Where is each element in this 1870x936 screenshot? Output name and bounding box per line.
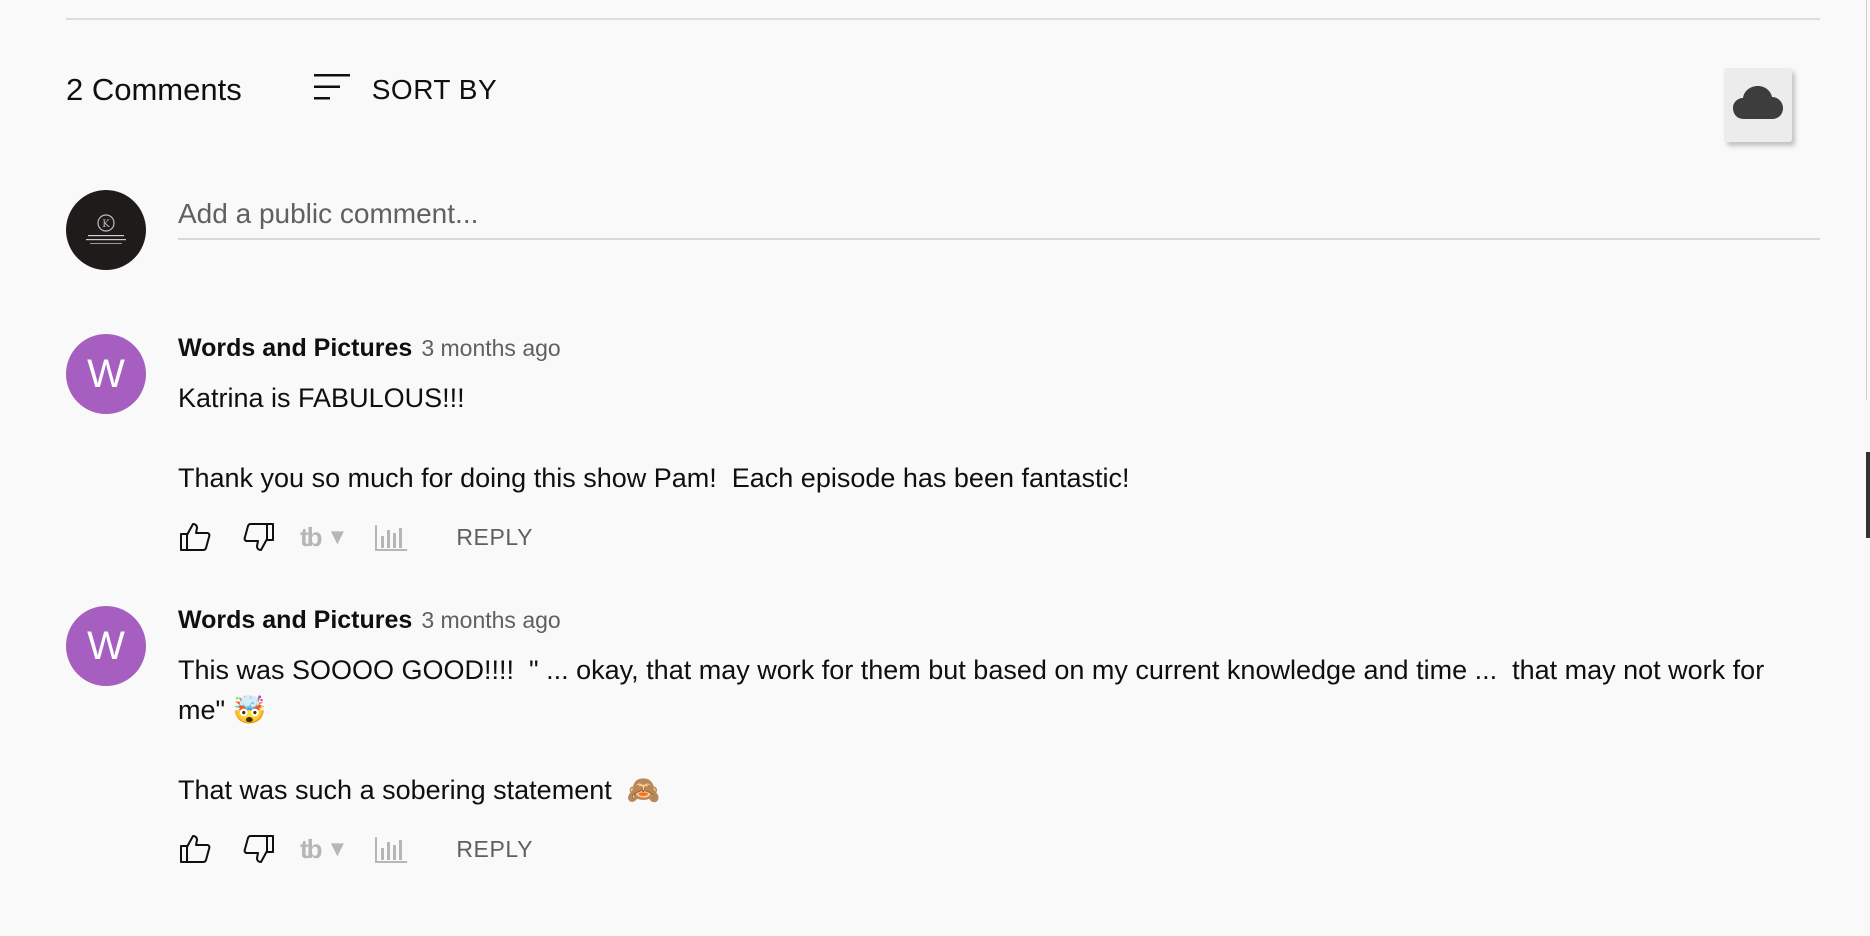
svg-text:K: K	[102, 219, 110, 230]
comments-header: 2 Comments SORT BY	[66, 70, 497, 109]
tubebuddy-dropdown-icon[interactable]: ▼	[327, 524, 349, 550]
thumbs-down-icon	[243, 523, 274, 551]
comment-actions: tb ▼ REPLY	[178, 832, 1778, 866]
comment-body: Words and Pictures 3 months ago Katrina …	[178, 334, 1778, 554]
comment-time[interactable]: 3 months ago	[421, 607, 560, 634]
like-button[interactable]	[178, 833, 212, 865]
comments-count: 2 Comments	[66, 71, 242, 107]
dislike-button[interactable]	[242, 521, 276, 553]
stats-icon	[375, 837, 408, 863]
stats-icon	[375, 525, 408, 551]
comment-meta: Words and Pictures 3 months ago	[178, 334, 1778, 374]
commenter-avatar[interactable]: W	[66, 606, 146, 686]
comment-meta: Words and Pictures 3 months ago	[178, 606, 1778, 646]
comment-author[interactable]: Words and Pictures	[178, 606, 412, 635]
reply-button[interactable]: REPLY	[456, 524, 533, 551]
top-divider	[66, 18, 1820, 20]
tubebuddy-logo-icon[interactable]: tb	[300, 834, 323, 865]
dislike-button[interactable]	[242, 833, 276, 865]
comment-text: Katrina is FABULOUS!!! Thank you so much…	[178, 383, 1130, 493]
sort-icon	[312, 70, 372, 109]
stats-button[interactable]	[374, 522, 408, 552]
scrollbar-thumb[interactable]	[1866, 452, 1870, 538]
comment-author[interactable]: Words and Pictures	[178, 334, 412, 363]
cloud-button[interactable]	[1724, 68, 1792, 142]
comment-actions: tb ▼ REPLY	[178, 520, 1778, 554]
user-avatar[interactable]: K	[66, 190, 146, 270]
commenter-avatar[interactable]: W	[66, 334, 146, 414]
comment-time[interactable]: 3 months ago	[421, 335, 560, 362]
scrollbar-track[interactable]	[1866, 0, 1867, 400]
thumbs-down-icon	[243, 835, 274, 863]
like-button[interactable]	[178, 521, 212, 553]
tubebuddy-logo-icon[interactable]: tb	[300, 522, 323, 553]
thumbs-up-icon	[180, 523, 211, 551]
sort-by-button[interactable]: SORT BY	[312, 70, 497, 109]
add-comment-input[interactable]	[178, 190, 1820, 240]
thumbs-up-icon	[180, 835, 211, 863]
comments-page: 2 Comments SORT BY K Add a public commen…	[0, 0, 1870, 936]
stats-button[interactable]	[374, 834, 408, 864]
sort-by-label: SORT BY	[371, 73, 498, 105]
cloud-icon	[1732, 83, 1784, 128]
comment-body: Words and Pictures 3 months ago This was…	[178, 606, 1778, 866]
reply-button[interactable]: REPLY	[456, 836, 533, 863]
tubebuddy-dropdown-icon[interactable]: ▼	[327, 836, 349, 862]
comment-composer: K	[66, 190, 1820, 274]
comment-text: This was SOOOO GOOD!!!! " ... okay, that…	[178, 655, 1765, 805]
consulting-logo-icon: K	[86, 214, 126, 244]
